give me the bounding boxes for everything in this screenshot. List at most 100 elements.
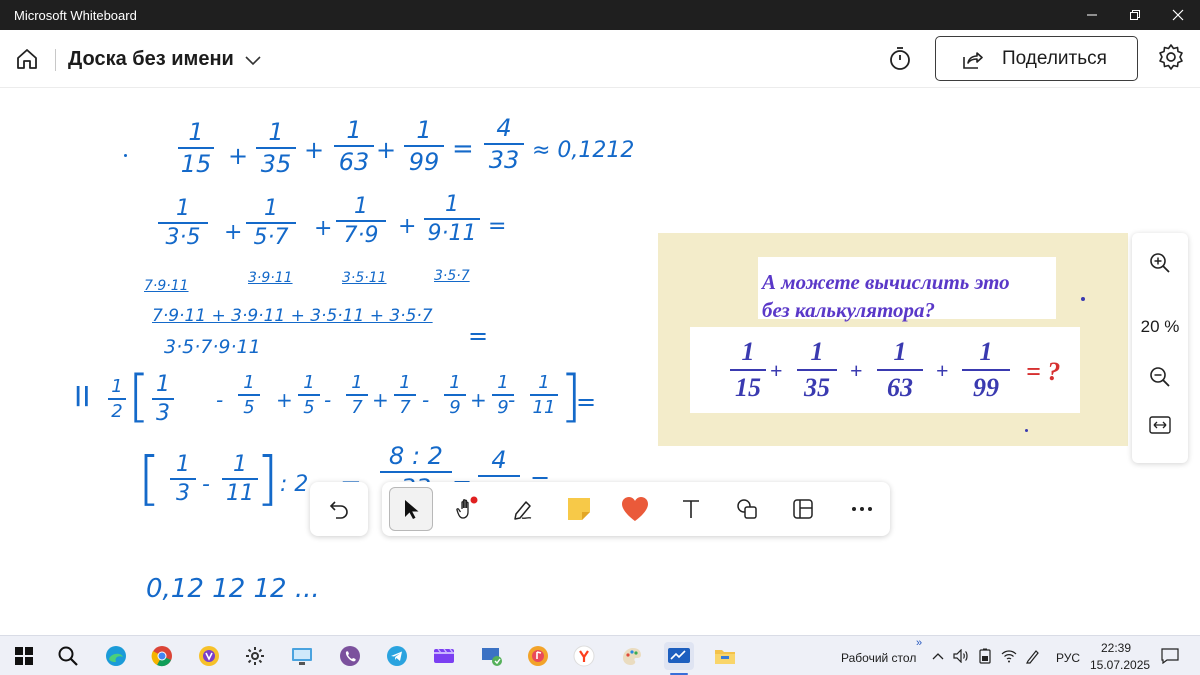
edge-browser-icon[interactable] [104, 644, 128, 668]
desktop-label[interactable]: Рабочий стол [841, 651, 916, 665]
ink-operator: + [470, 388, 487, 412]
viber-icon[interactable] [338, 644, 362, 668]
ink-operator: + [376, 136, 397, 164]
sticky-note-icon[interactable] [557, 487, 601, 531]
zoom-in-icon[interactable] [1148, 251, 1172, 275]
pen-input-icon[interactable] [1024, 644, 1042, 668]
ink-multiplier: 3·5·11 [342, 270, 387, 286]
shapes-icon[interactable] [725, 487, 769, 531]
board-title[interactable]: Доска без имени [68, 48, 234, 71]
minimize-button[interactable] [1070, 0, 1114, 30]
ink-bracket: ] [256, 444, 279, 512]
header-divider [55, 49, 56, 71]
chrome-icon[interactable] [150, 644, 174, 668]
puzzle-fraction: 1 63 [877, 337, 923, 403]
settings-gear-icon[interactable] [243, 644, 267, 668]
remote-desktop-icon[interactable] [290, 644, 314, 668]
ink-divisor: : 2 [280, 472, 309, 497]
chevron-up-icon[interactable] [930, 644, 946, 668]
select-pointer-icon[interactable] [389, 487, 433, 531]
ink-dot [124, 154, 127, 157]
ink-operator: = [488, 214, 507, 239]
overflow-chevron-icon[interactable]: » [916, 637, 922, 649]
more-options-icon[interactable] [840, 487, 884, 531]
ink-fraction: 17 [394, 372, 416, 418]
yandex-icon[interactable] [572, 644, 596, 668]
puzzle-question: А можете вычислить это без калькулятора? [762, 268, 1037, 324]
whiteboard-taskbar-icon[interactable] [664, 642, 694, 670]
ink-fraction: 12 [108, 376, 126, 422]
text-tool-icon[interactable] [669, 487, 713, 531]
close-button[interactable] [1156, 0, 1200, 30]
telegram-icon[interactable] [385, 644, 409, 668]
chevron-down-icon[interactable] [243, 50, 263, 70]
ink-fraction: 15 [298, 372, 320, 418]
gear-icon[interactable] [1156, 42, 1186, 72]
ink-operator: - [422, 388, 430, 412]
wifi-icon[interactable] [1000, 644, 1018, 668]
fit-to-screen-icon[interactable] [1149, 416, 1171, 434]
templates-icon[interactable] [781, 487, 825, 531]
share-icon [963, 52, 983, 69]
ink-multiplier: 3·5·7 [434, 268, 470, 284]
ink-numerator: 7·9·11 + 3·9·11 + 3·5·11 + 3·5·7 [152, 306, 433, 326]
ink-approx: ≈ 0,1212 [532, 138, 635, 163]
ink-fraction: 1 11 [530, 372, 558, 418]
undo-icon[interactable] [317, 487, 361, 531]
search-icon[interactable] [56, 644, 80, 668]
app-header: Доска без имени Поделиться [0, 30, 1200, 88]
file-explorer-icon[interactable] [713, 644, 737, 668]
input-language[interactable]: РУС [1056, 651, 1080, 665]
windows-start-icon[interactable] [12, 644, 36, 668]
ink-fraction: 13 [152, 372, 174, 426]
pen-icon[interactable] [501, 487, 545, 531]
undo-toolbar [310, 482, 368, 536]
ink-decimal: 0,12 12 12 ... [146, 574, 320, 604]
reactions-heart-icon[interactable] [613, 487, 657, 531]
ink-fraction: 19 [444, 372, 466, 418]
puzzle-fraction: 1 15 [730, 337, 766, 403]
ink-fraction: 433 [484, 114, 524, 174]
ink-multiplier: 3·9·11 [248, 270, 293, 286]
share-button[interactable]: Поделиться [935, 36, 1138, 81]
title-bar: Microsoft Whiteboard [0, 0, 1200, 30]
hand-pan-icon[interactable] [445, 487, 489, 531]
ink-fraction: 1 11 [222, 452, 258, 506]
ink-fraction: 1 99 [404, 116, 444, 176]
ink-fraction: 17 [346, 372, 368, 418]
ink-operator: - [202, 472, 210, 497]
zoom-level: 20 % [1140, 317, 1180, 336]
restore-button[interactable] [1113, 0, 1157, 30]
ink-fraction: 1 7·9 [336, 194, 386, 248]
ink-multiplier: 7·9·11 [144, 278, 189, 294]
ink-fraction: 1 3·5 [158, 196, 208, 250]
ink-operator: + [398, 214, 417, 239]
screen-sketch-icon[interactable] [480, 644, 504, 668]
tools-toolbar [382, 482, 890, 536]
yandex-music-icon[interactable] [526, 644, 550, 668]
ink-fraction: 1 15 [178, 118, 214, 178]
ink-fraction: 1 9·11 [424, 192, 480, 246]
ink-dot [1025, 429, 1028, 432]
zoom-out-icon[interactable] [1148, 365, 1172, 389]
windows-taskbar: Рабочий стол » РУС 22:39 15.07.2025 [0, 635, 1200, 675]
paint-icon[interactable] [620, 644, 644, 668]
home-icon[interactable] [14, 46, 40, 72]
ink-bracket: [ [138, 444, 161, 512]
battery-icon[interactable] [976, 644, 994, 668]
notifications-icon[interactable] [1158, 644, 1182, 668]
ink-operator: = [468, 322, 489, 350]
ink-operator: + [372, 388, 389, 412]
ink-fraction: 15 [238, 372, 260, 418]
ink-operator: - [508, 388, 516, 412]
ink-label: II [74, 380, 91, 413]
clock-time[interactable]: 22:39 [1101, 641, 1131, 655]
ink-operator: = [576, 388, 597, 416]
clipchamp-icon[interactable] [432, 644, 456, 668]
volume-icon[interactable] [952, 644, 970, 668]
yandex-browser-icon[interactable] [197, 644, 221, 668]
ink-fraction: 1 5·7 [246, 196, 296, 250]
ink-operator: + [276, 388, 293, 412]
timer-icon[interactable] [886, 45, 914, 73]
clock-date[interactable]: 15.07.2025 [1090, 658, 1150, 672]
